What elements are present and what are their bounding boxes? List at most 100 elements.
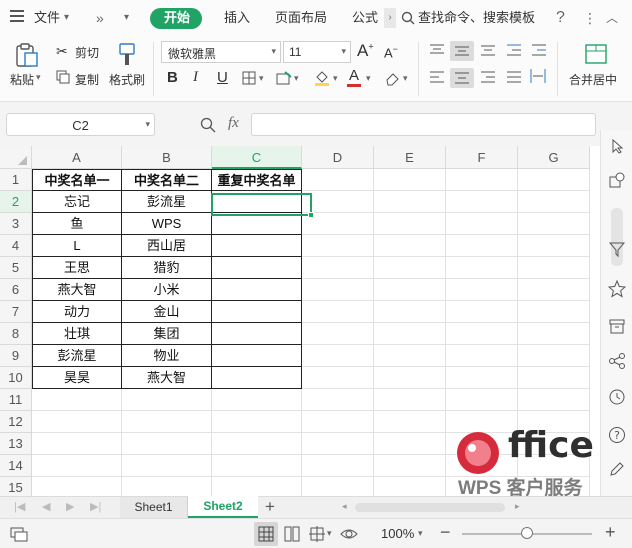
archive-icon[interactable] [608, 317, 626, 335]
font-color-button[interactable]: A [349, 67, 359, 84]
tab-page-layout[interactable]: 页面布局 [275, 8, 327, 28]
cell-e10[interactable] [374, 367, 446, 389]
row-header-4[interactable]: 4 [0, 235, 32, 257]
cell-e13[interactable] [374, 433, 446, 455]
cell-c8[interactable] [212, 323, 302, 345]
filter-panel-icon[interactable] [608, 240, 626, 258]
cell-b14[interactable] [122, 455, 212, 477]
cell-f9[interactable] [446, 345, 518, 367]
scroll-right-icon[interactable]: ▸ [515, 501, 520, 512]
cell-a3[interactable]: 鱼 [32, 213, 122, 235]
cell-c9[interactable] [212, 345, 302, 367]
first-sheet-icon[interactable]: |◀ [14, 500, 25, 513]
cell-a5[interactable]: 王思 [32, 257, 122, 279]
cell-c12[interactable] [212, 411, 302, 433]
help-circle-icon[interactable]: ? [608, 426, 626, 444]
cell-a10[interactable]: 昊昊 [32, 367, 122, 389]
cell-a1[interactable]: 中奖名单一 [32, 169, 122, 191]
cell-a12[interactable] [32, 411, 122, 433]
chevron-down-icon[interactable]: ▾ [294, 73, 299, 84]
name-box[interactable]: C2 ▾ [6, 113, 155, 136]
column-header-c[interactable]: C [212, 146, 302, 169]
cell-f6[interactable] [446, 279, 518, 301]
macro-record-icon[interactable] [10, 526, 28, 542]
row-header-6[interactable]: 6 [0, 279, 32, 301]
font-name-select[interactable]: 微软雅黑 ▾ [161, 41, 281, 63]
column-header-e[interactable]: E [374, 146, 446, 169]
column-header-a[interactable]: A [32, 146, 122, 169]
cell-a9[interactable]: 彭流星 [32, 345, 122, 367]
last-sheet-icon[interactable]: ▶| [90, 500, 101, 513]
cell-style-icon[interactable] [276, 71, 292, 85]
chevron-down-icon[interactable]: ▾ [327, 528, 332, 539]
cell-d7[interactable] [302, 301, 374, 323]
cell-f1[interactable] [446, 169, 518, 191]
increase-font-size-icon[interactable]: A+ [357, 41, 374, 61]
fill-color-icon[interactable] [313, 69, 331, 87]
format-painter-button[interactable]: 格式刷 [109, 71, 145, 88]
cell-d14[interactable] [302, 455, 374, 477]
merge-center-button[interactable]: 合并居中 [569, 71, 617, 88]
fill-handle[interactable] [308, 212, 314, 218]
row-header-12[interactable]: 12 [0, 411, 32, 433]
cell-g11[interactable] [518, 389, 590, 411]
italic-button[interactable]: I [193, 69, 198, 86]
share-icon[interactable] [608, 352, 626, 370]
cell-c6[interactable] [212, 279, 302, 301]
cell-e5[interactable] [374, 257, 446, 279]
cell-e15[interactable] [374, 477, 446, 496]
cell-c3[interactable] [212, 213, 302, 235]
shapes-icon[interactable] [609, 172, 625, 188]
align-left-icon[interactable] [430, 71, 444, 83]
row-header-1[interactable]: 1 [0, 169, 32, 191]
chevron-down-icon[interactable]: ▾ [333, 73, 338, 84]
chevron-down-icon[interactable]: ▾ [366, 73, 371, 84]
cell-e9[interactable] [374, 345, 446, 367]
column-header-g[interactable]: G [518, 146, 590, 169]
decrease-font-size-icon[interactable]: A− [384, 44, 398, 60]
paste-icon[interactable] [14, 42, 40, 68]
row-header-3[interactable]: 3 [0, 213, 32, 235]
cell-c13[interactable] [212, 433, 302, 455]
cut-button[interactable]: 剪切 [75, 44, 99, 61]
file-menu[interactable]: 文件 [34, 8, 60, 28]
cell-g4[interactable] [518, 235, 590, 257]
align-top-icon[interactable] [430, 44, 444, 56]
cell-b1[interactable]: 中奖名单二 [122, 169, 212, 191]
cell-f7[interactable] [446, 301, 518, 323]
tab-insert[interactable]: 插入 [224, 8, 250, 28]
chevron-down-icon[interactable]: ▾ [403, 73, 408, 84]
cell-e11[interactable] [374, 389, 446, 411]
cell-a7[interactable]: 动力 [32, 301, 122, 323]
cell-d5[interactable] [302, 257, 374, 279]
select-all-corner[interactable] [0, 146, 32, 169]
distributed-align-icon[interactable] [530, 69, 546, 83]
cell-b3[interactable]: WPS [122, 213, 212, 235]
cell-d6[interactable] [302, 279, 374, 301]
cell-f5[interactable] [446, 257, 518, 279]
cell-f10[interactable] [446, 367, 518, 389]
bold-button[interactable]: B [167, 69, 178, 86]
cell-g8[interactable] [518, 323, 590, 345]
row-header-2[interactable]: 2 [0, 191, 32, 213]
font-size-select[interactable]: 11 ▾ [283, 41, 351, 63]
chevron-down-icon[interactable]: ▾ [36, 72, 41, 83]
horizontal-scrollbar-thumb[interactable] [355, 503, 505, 512]
zoom-level[interactable]: 100% [381, 526, 414, 541]
indent-decrease-icon[interactable] [507, 44, 521, 56]
cell-f8[interactable] [446, 323, 518, 345]
page-break-view-icon[interactable] [284, 526, 300, 542]
cell-g5[interactable] [518, 257, 590, 279]
cell-b13[interactable] [122, 433, 212, 455]
cell-e4[interactable] [374, 235, 446, 257]
cell-b8[interactable]: 集团 [122, 323, 212, 345]
border-icon[interactable] [242, 71, 256, 85]
row-header-7[interactable]: 7 [0, 301, 32, 323]
cell-d12[interactable] [302, 411, 374, 433]
eraser-icon[interactable] [384, 70, 400, 86]
format-painter-icon[interactable] [116, 42, 138, 68]
cell-a8[interactable]: 壮琪 [32, 323, 122, 345]
underline-button[interactable]: U [217, 69, 228, 86]
chevron-right-icon[interactable]: › [384, 8, 396, 28]
cell-c10[interactable] [212, 367, 302, 389]
